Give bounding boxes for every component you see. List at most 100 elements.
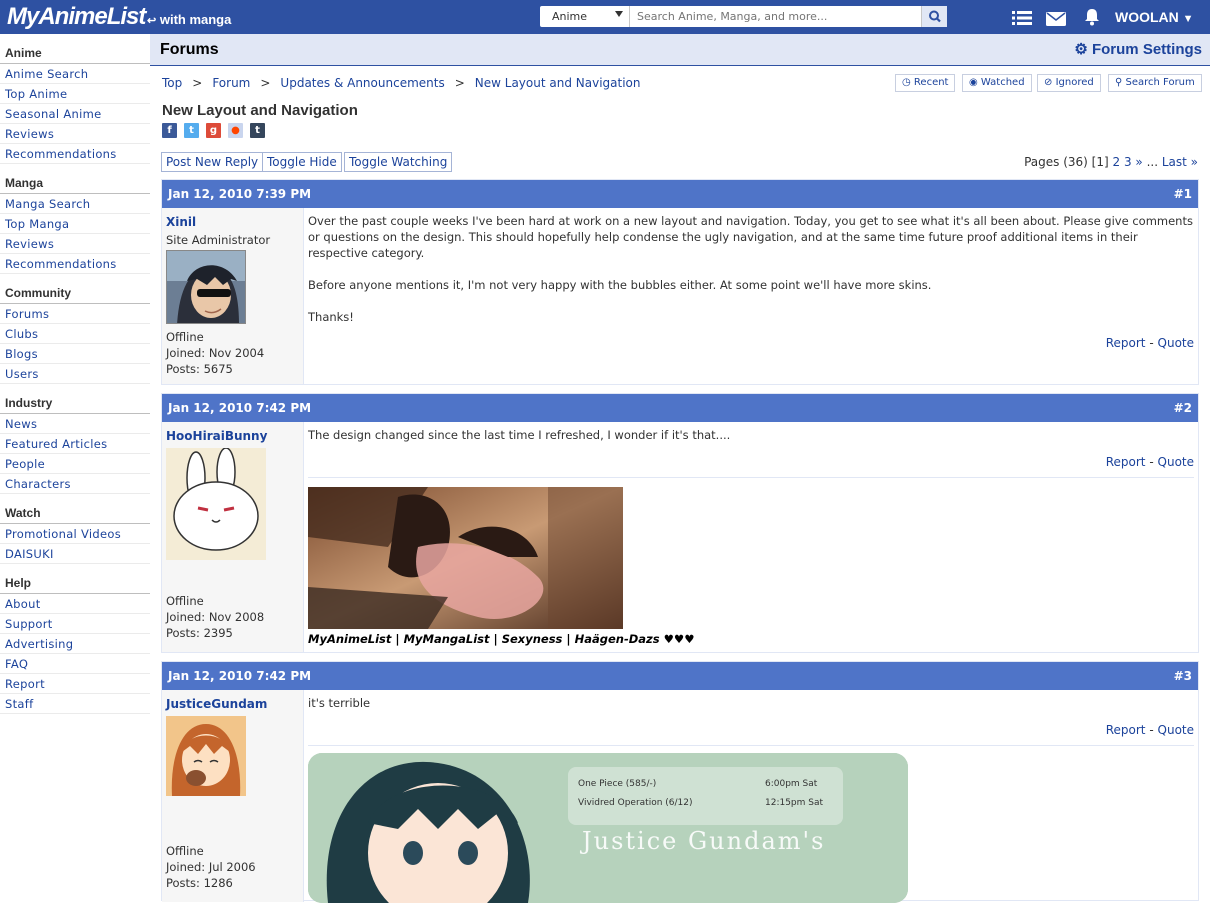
post-author-panel: JusticeGundam Offline Joined: Jul 2006 P… [162, 690, 304, 902]
forum-settings-link[interactable]: ⚙ Forum Settings [1074, 40, 1202, 58]
action-separator: - [1149, 723, 1154, 737]
forum-post: Jan 12, 2010 7:42 PM #3 JusticeGundam Of… [161, 661, 1199, 903]
search-button[interactable] [921, 6, 947, 27]
chevron-down-icon [615, 11, 623, 17]
author-status: Offline [166, 594, 204, 608]
sidebar-item-featured-articles[interactable]: Featured Articles [0, 434, 150, 454]
author-name[interactable]: JusticeGundam [166, 697, 267, 711]
site-logo[interactable]: MyAnimeList [7, 3, 146, 31]
ignored-button[interactable]: ⊘ Ignored [1037, 74, 1101, 92]
last-page-link[interactable]: Last » [1162, 155, 1198, 169]
google-plus-icon[interactable]: g [206, 123, 221, 138]
sidebar-item-faq[interactable]: FAQ [0, 654, 150, 674]
post-date: Jan 12, 2010 7:39 PM [168, 187, 312, 201]
ban-icon: ⊘ [1044, 77, 1053, 88]
search-category-select[interactable]: Anime [540, 6, 630, 27]
sidebar-item-promotional-videos[interactable]: Promotional Videos [0, 524, 150, 544]
sidebar-item-manga-search[interactable]: Manga Search [0, 194, 150, 214]
toggle-watching-button[interactable]: Toggle Watching [344, 152, 453, 172]
post-number[interactable]: #1 [1174, 187, 1192, 201]
sidebar-item-blogs[interactable]: Blogs [0, 344, 150, 364]
author-post-count: Posts: 1286 [166, 876, 233, 890]
user-menu[interactable]: WOOLAN ▼ [1115, 9, 1194, 25]
author-name[interactable]: Xinil [166, 215, 196, 229]
eye-icon: ◉ [969, 77, 978, 88]
action-separator: - [1149, 336, 1154, 350]
breadcrumb-separator: > [260, 76, 271, 90]
sidebar-item-about[interactable]: About [0, 594, 150, 614]
page-link-3[interactable]: 3 [1124, 155, 1132, 169]
ignored-label: Ignored [1055, 77, 1094, 88]
swap-arrow-icon: ↩︎ [147, 15, 157, 27]
avatar-image [167, 251, 245, 323]
quote-link[interactable]: Quote [1158, 455, 1194, 469]
sidebar-section-industry: Industry [0, 396, 150, 414]
sidebar-item-characters[interactable]: Characters [0, 474, 150, 494]
bell-icon[interactable] [1083, 8, 1101, 26]
breadcrumb-separator: > [454, 76, 465, 90]
quote-link[interactable]: Quote [1158, 336, 1194, 350]
breadcrumb-forum[interactable]: Forum [212, 76, 250, 90]
post-header: Jan 12, 2010 7:42 PM #2 [162, 394, 1198, 422]
author-status: Offline [166, 844, 204, 858]
avatar[interactable] [166, 250, 246, 324]
sidebar-item-reviews[interactable]: Reviews [0, 234, 150, 254]
sidebar-item-advertising[interactable]: Advertising [0, 634, 150, 654]
sidebar-item-staff[interactable]: Staff [0, 694, 150, 714]
schedule-show: One Piece (585/-) [578, 779, 657, 789]
search-forum-button[interactable]: ⚲ Search Forum [1108, 74, 1202, 92]
forum-settings-label: Forum Settings [1091, 41, 1202, 58]
pagination: Pages (36) [1] 2 3 » ... Last » [1024, 155, 1198, 169]
tumblr-icon[interactable]: t [250, 123, 265, 138]
recent-button[interactable]: ◷ Recent [895, 74, 956, 92]
post-date: Jan 12, 2010 7:42 PM [168, 401, 312, 415]
sidebar-item-forums[interactable]: Forums [0, 304, 150, 324]
site-search: Anime [540, 6, 947, 27]
mail-icon[interactable] [1046, 10, 1066, 28]
signature-banner: One Piece (585/-) 6:00pm Sat Vividred Op… [308, 753, 908, 903]
report-link[interactable]: Report [1106, 723, 1146, 737]
twitter-icon[interactable]: t [184, 123, 199, 138]
avatar[interactable] [166, 716, 246, 796]
report-link[interactable]: Report [1106, 336, 1146, 350]
watched-button[interactable]: ◉ Watched [962, 74, 1032, 92]
post-body: Xinil Site Administrator Offline Joined:… [162, 208, 1198, 384]
sidebar-section-community: Community [0, 286, 150, 304]
quote-link[interactable]: Quote [1158, 723, 1194, 737]
sidebar-item-top-anime[interactable]: Top Anime [0, 84, 150, 104]
sidebar-item-recommendations[interactable]: Recommendations [0, 144, 150, 164]
sidebar-item-reviews[interactable]: Reviews [0, 124, 150, 144]
post-new-reply-button[interactable]: Post New Reply [161, 152, 264, 172]
sidebar-item-report[interactable]: Report [0, 674, 150, 694]
search-input[interactable] [631, 6, 921, 27]
logo-subtitle-text: with manga [159, 12, 232, 27]
list-icon[interactable] [1012, 9, 1032, 27]
sidebar-item-people[interactable]: People [0, 454, 150, 474]
post-number[interactable]: #2 [1174, 401, 1192, 415]
post-author-panel: HooHiraiBunny Offline Joined: Nov 2008 P… [162, 422, 304, 652]
sidebar-item-seasonal-anime[interactable]: Seasonal Anime [0, 104, 150, 124]
post-paragraph: Before anyone mentions it, I'm not very … [308, 278, 932, 292]
next-page-link[interactable]: » [1135, 155, 1142, 169]
sidebar-item-top-manga[interactable]: Top Manga [0, 214, 150, 234]
facebook-icon[interactable]: f [162, 123, 177, 138]
reddit-icon[interactable]: ● [228, 123, 243, 138]
post-header: Jan 12, 2010 7:39 PM #1 [162, 180, 1198, 208]
sidebar-item-recommendations[interactable]: Recommendations [0, 254, 150, 274]
breadcrumb-top[interactable]: Top [162, 76, 182, 90]
sidebar-item-daisuki[interactable]: DAISUKI [0, 544, 150, 564]
report-link[interactable]: Report [1106, 455, 1146, 469]
breadcrumb-board[interactable]: Updates & Announcements [280, 76, 444, 90]
sidebar-item-clubs[interactable]: Clubs [0, 324, 150, 344]
pages-prefix: Pages (36) [1024, 155, 1092, 169]
page-link-2[interactable]: 2 [1112, 155, 1120, 169]
author-name[interactable]: HooHiraiBunny [166, 429, 267, 443]
avatar[interactable] [166, 448, 266, 560]
sidebar-item-users[interactable]: Users [0, 364, 150, 384]
sidebar-item-news[interactable]: News [0, 414, 150, 434]
toggle-hide-button[interactable]: Toggle Hide [262, 152, 342, 172]
breadcrumb-topic[interactable]: New Layout and Navigation [475, 76, 641, 90]
sidebar-item-support[interactable]: Support [0, 614, 150, 634]
post-number[interactable]: #3 [1174, 669, 1192, 683]
sidebar-item-anime-search[interactable]: Anime Search [0, 64, 150, 84]
